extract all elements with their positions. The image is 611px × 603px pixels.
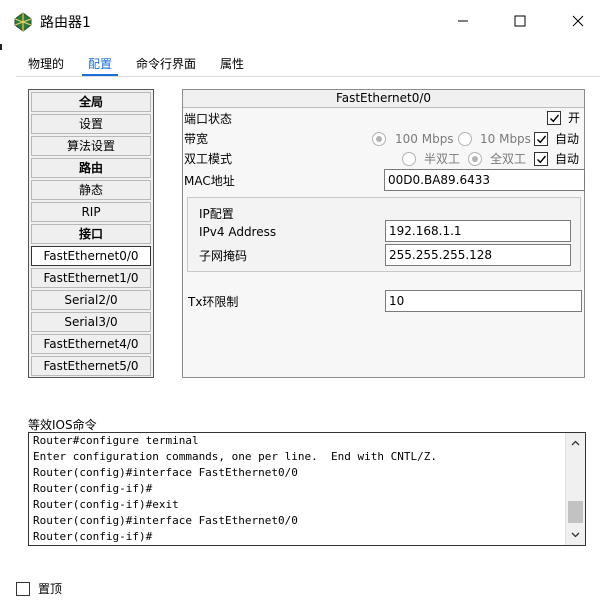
bandwidth-100mbps-radio[interactable] (372, 132, 386, 146)
sidebar-nav: 全局 设置 算法设置 路由 静态 RIP 接口 FastEthernet0/0 … (28, 89, 154, 378)
maximize-button[interactable] (497, 6, 543, 36)
mac-address-field[interactable]: 00D0.BA89.6433 (384, 169, 585, 191)
console-line: Router#configure terminal (33, 434, 199, 447)
tab-attributes[interactable]: 属性 (208, 54, 256, 76)
bandwidth-auto-label: 自动 (555, 132, 580, 146)
chevron-up-icon (571, 440, 580, 446)
duplex-half-label: 半双工 (424, 152, 461, 166)
sidebar-item-static[interactable]: 静态 (31, 180, 151, 200)
title-bar[interactable]: 路由器1 (0, 0, 611, 44)
sidebar-header-global[interactable]: 全局 (31, 92, 151, 112)
scroll-down-button[interactable] (566, 527, 585, 543)
window-title: 路由器1 (40, 15, 91, 31)
maximize-icon (514, 15, 526, 27)
subnet-mask-label: 子网掩码 (199, 249, 248, 263)
sidebar-item-fastethernet1-0[interactable]: FastEthernet1/0 (31, 268, 151, 288)
sidebar-item-fastethernet5-0[interactable]: FastEthernet5/0 (31, 356, 151, 376)
tx-ring-limit-field[interactable]: 10 (385, 290, 582, 312)
ios-console[interactable]: Router#configure terminal Enter configur… (28, 432, 586, 546)
console-line: Router(config-if)# (33, 482, 153, 495)
check-icon (537, 135, 547, 144)
chevron-down-icon (571, 532, 580, 538)
bandwidth-100mbps-label: 100 Mbps (395, 132, 454, 146)
minimize-icon (458, 20, 468, 22)
interface-config: FastEthernet0/0 端口状态 开 带宽 100 Mbps 10 Mb… (182, 89, 585, 378)
sidebar-header-interface[interactable]: 接口 (31, 224, 151, 244)
duplex-label: 双工模式 (184, 152, 233, 166)
window-edge (0, 44, 2, 50)
close-icon (572, 15, 584, 27)
sidebar-item-serial3-0[interactable]: Serial3/0 (31, 312, 151, 332)
footer: 置顶 (16, 580, 62, 597)
console-line: Router(config)#interface FastEthernet0/0 (33, 466, 298, 479)
duplex-full-label: 全双工 (490, 152, 527, 166)
sidebar-header-routing[interactable]: 路由 (31, 158, 151, 178)
ip-config-label: IP配置 (199, 207, 234, 221)
duplex-auto-checkbox[interactable] (534, 152, 548, 166)
sidebar-item-fastethernet4-0[interactable]: FastEthernet4/0 (31, 334, 151, 354)
sidebar-item-serial2-0[interactable]: Serial2/0 (31, 290, 151, 310)
port-status-label: 端口状态 (184, 112, 233, 126)
close-button[interactable] (555, 6, 601, 36)
ios-commands-label: 等效IOS命令 (28, 418, 97, 432)
duplex-full-radio[interactable] (468, 152, 482, 166)
bandwidth-auto-checkbox[interactable] (534, 132, 548, 146)
router-app-icon (14, 12, 32, 32)
minimize-button[interactable] (440, 6, 486, 36)
tab-physical[interactable]: 物理的 (16, 54, 76, 76)
sidebar-item-rip[interactable]: RIP (31, 202, 151, 222)
console-line: Router(config)#interface FastEthernet0/0 (33, 514, 298, 527)
scroll-thumb[interactable] (568, 501, 583, 523)
interface-header: FastEthernet0/0 (183, 90, 584, 108)
check-icon (550, 114, 560, 123)
console-line: Router(config-if)#exit (33, 498, 179, 511)
subnet-mask-field[interactable]: 255.255.255.128 (385, 244, 571, 266)
scroll-up-button[interactable] (566, 435, 585, 451)
tab-cli[interactable]: 命令行界面 (124, 54, 208, 76)
sidebar-item-fastethernet0-0[interactable]: FastEthernet0/0 (31, 246, 151, 266)
ipv4-address-field[interactable]: 192.168.1.1 (385, 220, 571, 242)
port-status-checkbox[interactable] (547, 111, 561, 125)
tx-ring-limit-label: Tx环限制 (188, 295, 239, 309)
duplex-half-radio[interactable] (402, 152, 416, 166)
sidebar-item-settings[interactable]: 设置 (31, 114, 151, 134)
tab-bar: 物理的 配置 命令行界面 属性 (16, 54, 256, 76)
mac-address-label: MAC地址 (184, 174, 235, 188)
sidebar-item-algorithm-settings[interactable]: 算法设置 (31, 136, 151, 156)
bandwidth-10mbps-label: 10 Mbps (480, 132, 531, 146)
pin-on-top-checkbox[interactable] (16, 581, 30, 596)
console-line: Router(config-if)# (33, 530, 153, 543)
console-line: Enter configuration commands, one per li… (33, 450, 437, 463)
duplex-auto-label: 自动 (555, 152, 580, 166)
console-scrollbar[interactable] (565, 433, 585, 545)
bandwidth-10mbps-radio[interactable] (458, 132, 472, 146)
ipv4-address-label: IPv4 Address (199, 225, 277, 239)
pin-on-top-label: 置顶 (38, 582, 63, 596)
tab-config[interactable]: 配置 (76, 54, 125, 76)
bandwidth-label: 带宽 (184, 132, 209, 146)
check-icon (537, 155, 547, 164)
port-status-on-label: 开 (568, 111, 581, 125)
ip-config-group: IP配置 IPv4 Address 192.168.1.1 子网掩码 255.2… (187, 197, 581, 272)
